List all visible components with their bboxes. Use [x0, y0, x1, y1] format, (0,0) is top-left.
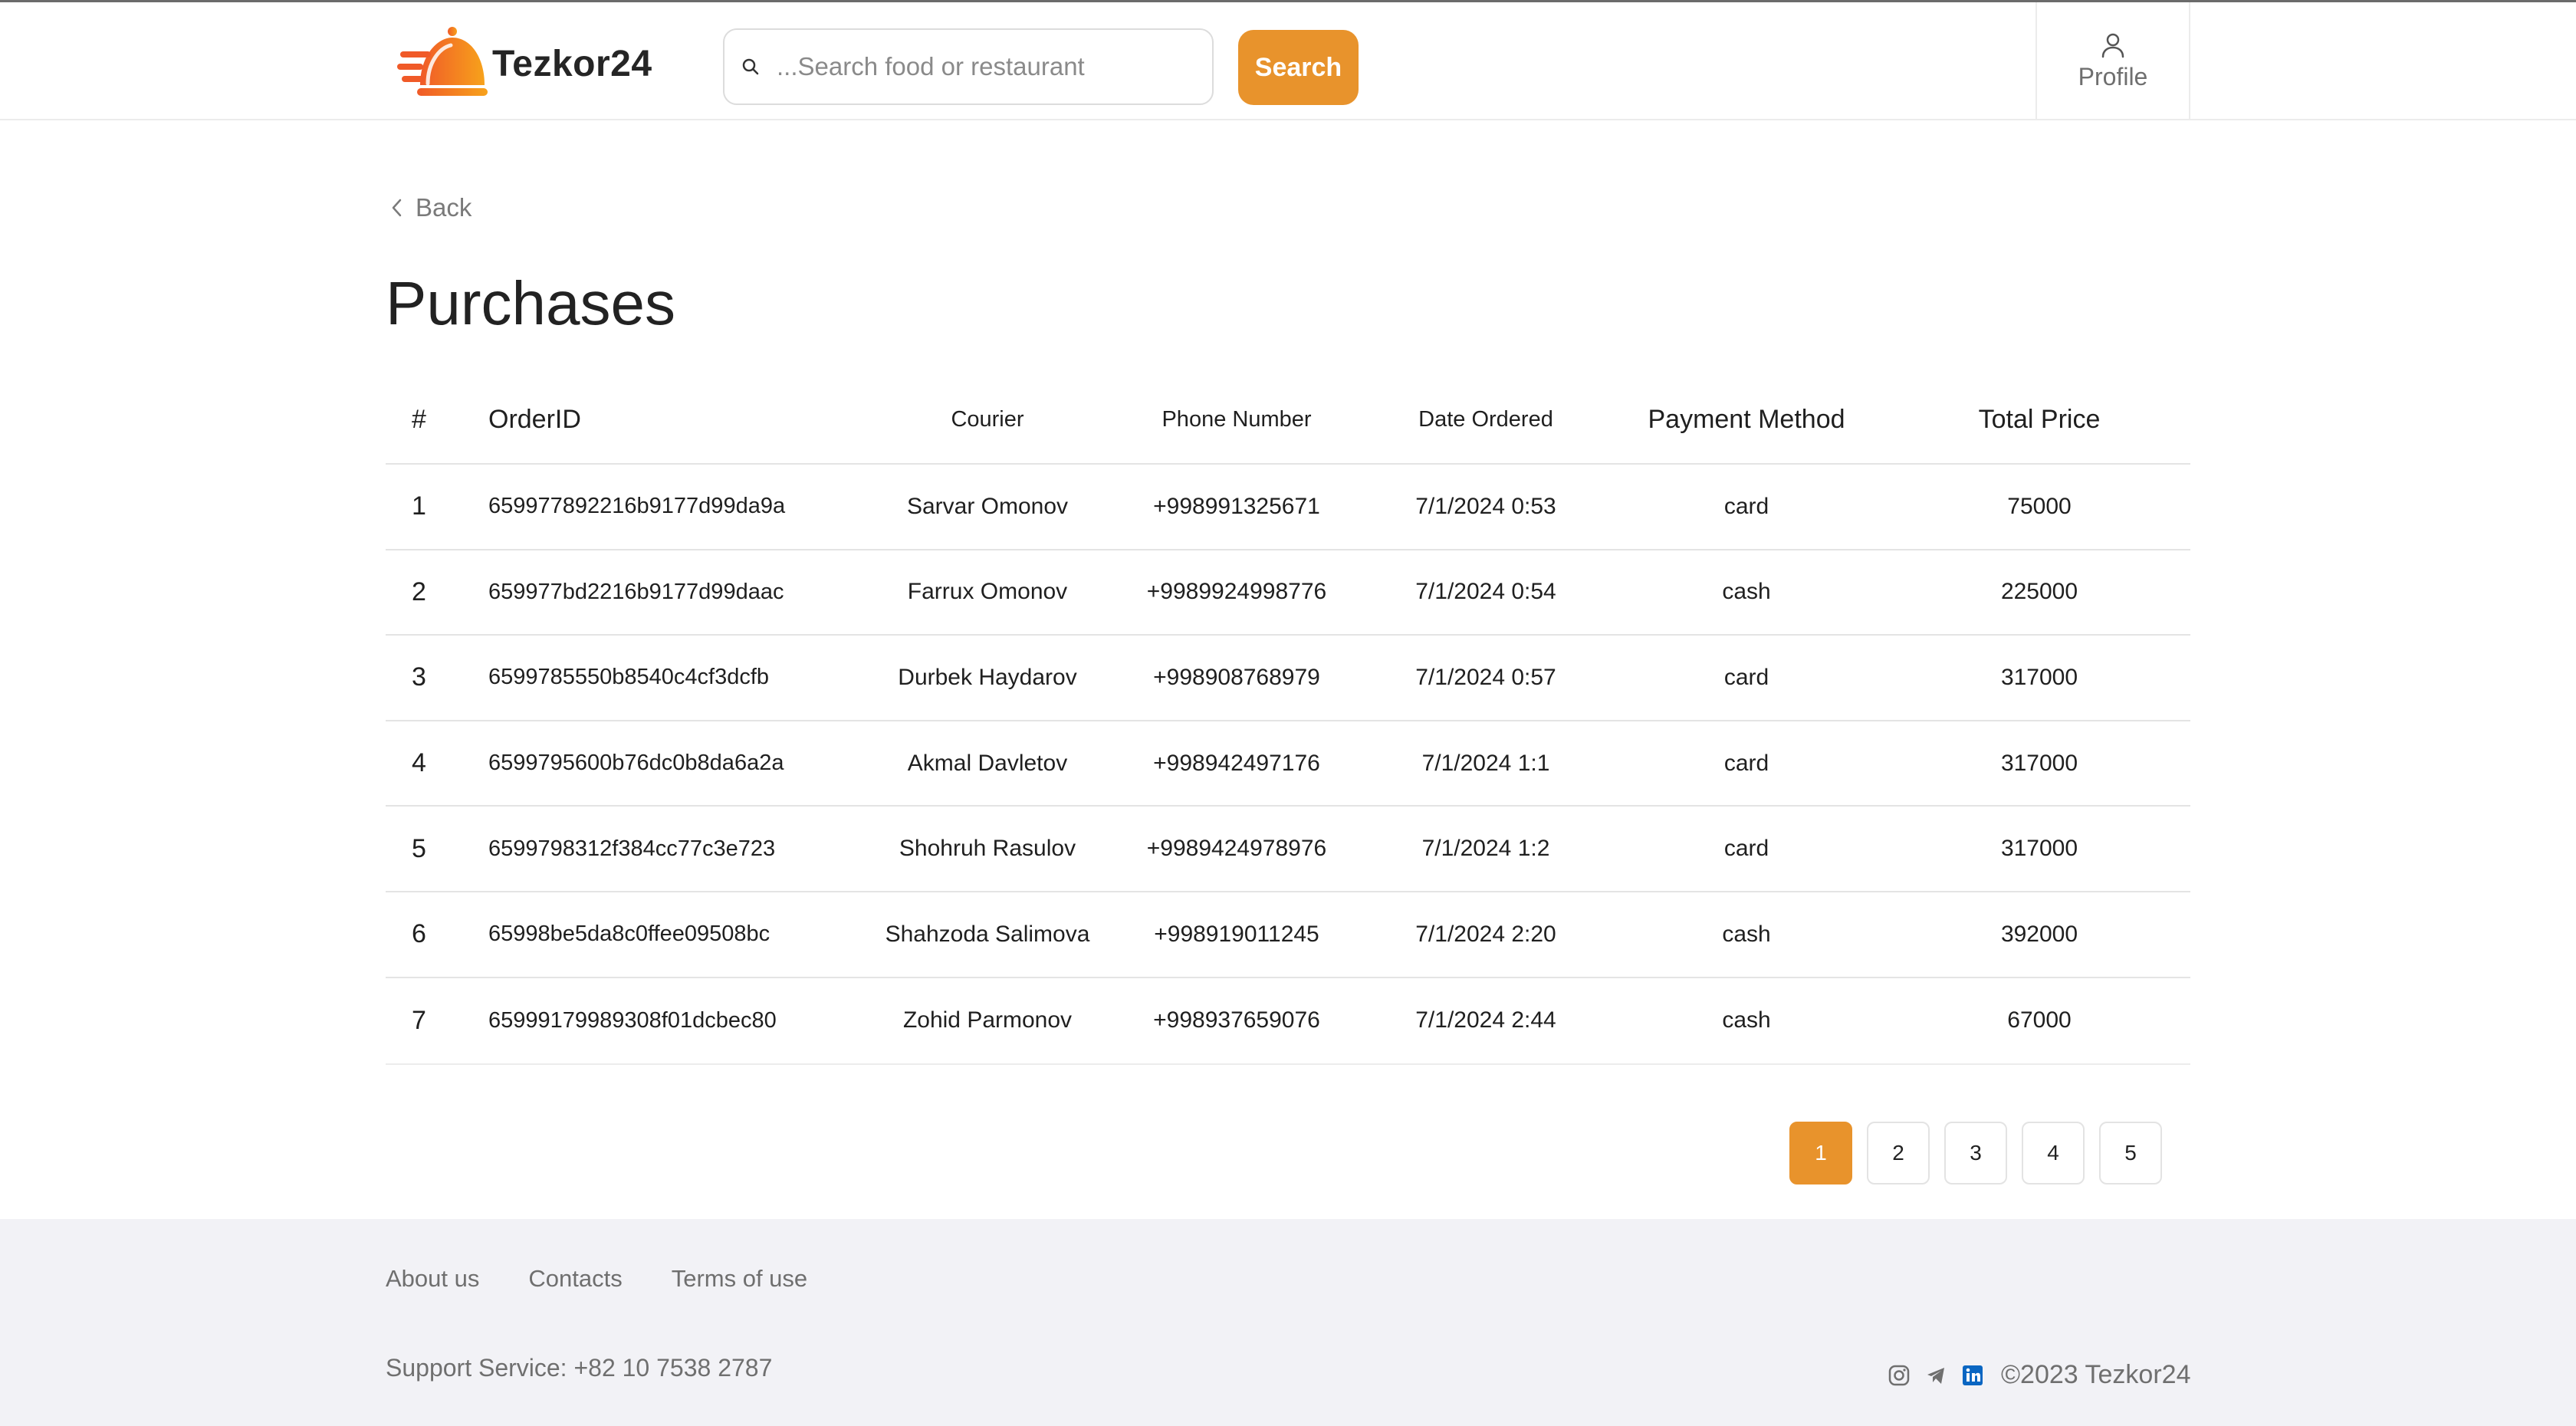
cell-courier: Sarvar Omonov	[906, 493, 1069, 519]
profile-button[interactable]: Profile	[2036, 2, 2190, 120]
cell-date: 7/1/2024 1:2	[1421, 836, 1550, 862]
cell-phone: +998908768979	[1153, 664, 1320, 690]
cell-payment: card	[1723, 836, 1769, 862]
page-title: Purchases	[386, 269, 675, 337]
search-icon	[741, 57, 761, 77]
cell-number: 7	[412, 1005, 426, 1035]
cell-date: 7/1/2024 2:44	[1415, 1007, 1556, 1033]
cell-phone: +998942497176	[1153, 750, 1320, 776]
column-header-order-id: OrderID	[488, 404, 581, 434]
footer: About us Contacts Terms of use Support S…	[0, 1219, 2576, 1426]
column-header-total: Total Price	[1978, 404, 2101, 434]
cell-phone: +9989924998776	[1146, 579, 1327, 605]
search-field[interactable]	[723, 28, 1214, 105]
cell-total: 317000	[2000, 836, 2078, 862]
column-header-payment: Payment Method	[1648, 404, 1845, 434]
table-row[interactable]: 6 65998be5da8c0ffee09508bc Shahzoda Salimo…	[386, 892, 2190, 978]
cell-date: 7/1/2024 0:53	[1415, 493, 1556, 519]
cell-number: 6	[412, 919, 426, 949]
profile-label: Profile	[2078, 62, 2148, 90]
cell-payment: cash	[1722, 1007, 1771, 1033]
table-row[interactable]: 7 65999179989308f01dcbec80 Zohid Parmonov +…	[386, 978, 2190, 1064]
cell-order-id: 659977892216b9177d99da9a	[488, 494, 786, 519]
table-row[interactable]: 1 659977892216b9177d99da9a Sarvar Omonov +9…	[386, 465, 2190, 550]
search-input[interactable]	[777, 44, 1175, 90]
cell-phone: +998991325671	[1153, 493, 1320, 519]
cell-order-id: 65998be5da8c0ffee09508bc	[488, 922, 770, 947]
cell-total: 317000	[2000, 664, 2078, 690]
cloche-logo-icon	[397, 27, 488, 96]
page-button-5[interactable]: 5	[2099, 1122, 2162, 1184]
instagram-icon[interactable]	[1888, 1364, 1911, 1387]
cell-date: 7/1/2024 2:20	[1415, 921, 1556, 947]
cell-total: 225000	[2000, 579, 2078, 605]
back-link[interactable]: Back	[391, 193, 472, 222]
copyright: ©2023 Tezkor24	[2001, 1360, 2191, 1389]
back-label: Back	[416, 193, 472, 222]
column-header-date: Date Ordered	[1418, 406, 1553, 432]
table-row[interactable]: 5 6599798312f384cc77c3e723 Shohruh Rasulov…	[386, 807, 2190, 892]
footer-link-terms[interactable]: Terms of use	[672, 1265, 807, 1293]
telegram-icon[interactable]	[1924, 1364, 1947, 1387]
cell-total: 75000	[2007, 493, 2072, 519]
cell-date: 7/1/2024 0:57	[1415, 664, 1556, 690]
chevron-left-icon	[391, 196, 408, 219]
cell-courier: Shohruh Rasulov	[899, 836, 1076, 862]
cell-number: 2	[412, 577, 426, 606]
cell-total: 392000	[2000, 921, 2078, 947]
search-button[interactable]: Search	[1238, 30, 1359, 105]
page-button-2[interactable]: 2	[1867, 1122, 1930, 1184]
column-header-number: #	[412, 404, 426, 434]
cell-payment: card	[1723, 664, 1769, 690]
cell-order-id: 6599798312f384cc77c3e723	[488, 836, 776, 861]
footer-links: About us Contacts Terms of use	[386, 1265, 807, 1293]
cell-number: 1	[412, 491, 426, 521]
cell-phone: +998937659076	[1153, 1007, 1320, 1033]
cell-date: 7/1/2024 0:54	[1415, 579, 1556, 605]
footer-link-about[interactable]: About us	[386, 1265, 479, 1293]
logo-text: Tezkor24	[492, 43, 652, 84]
cell-total: 67000	[2007, 1007, 2072, 1033]
table-row[interactable]: 4 6599795600b76dc0b8da6a2a Akmal Davletov +…	[386, 721, 2190, 807]
cell-phone: +9989424978976	[1146, 836, 1327, 862]
cell-order-id: 6599795600b76dc0b8da6a2a	[488, 751, 784, 776]
cell-number: 4	[412, 748, 426, 778]
page-button-1[interactable]: 1	[1789, 1122, 1852, 1184]
cell-payment: cash	[1722, 579, 1771, 605]
cell-date: 7/1/2024 1:1	[1421, 750, 1550, 776]
purchases-table: # OrderID Courier Phone Number Date Orde…	[386, 376, 2190, 1066]
linkedin-icon[interactable]	[1961, 1364, 1984, 1387]
cell-order-id: 65999179989308f01dcbec80	[488, 1007, 777, 1033]
page-button-4[interactable]: 4	[2022, 1122, 2085, 1184]
cell-payment: card	[1723, 750, 1769, 776]
table-row[interactable]: 2 659977bd2216b9177d99daac Farrux Omonov +9…	[386, 550, 2190, 636]
cell-courier: Shahzoda Salimova	[885, 921, 1090, 947]
cell-payment: card	[1723, 493, 1769, 519]
column-header-courier: Courier	[951, 406, 1024, 432]
logo[interactable]: Tezkor24	[397, 25, 652, 102]
cell-courier: Durbek Haydarov	[898, 664, 1077, 690]
support-service: Support Service: +82 10 7538 2787	[386, 1354, 773, 1382]
top-nav-bar: Tezkor24 Search Profile	[0, 2, 2576, 120]
cell-number: 5	[412, 833, 426, 863]
user-icon	[2101, 33, 2124, 58]
cell-order-id: 659977bd2216b9177d99daac	[488, 579, 784, 604]
footer-link-contacts[interactable]: Contacts	[528, 1265, 622, 1293]
cell-courier: Farrux Omonov	[907, 579, 1068, 605]
pagination: 12345	[1789, 1122, 2162, 1184]
cell-total: 317000	[2000, 750, 2078, 776]
table-header-row: # OrderID Courier Phone Number Date Orde…	[386, 376, 2190, 465]
social-links: ©2023 Tezkor24	[1888, 1360, 2190, 1390]
cell-courier: Zohid Parmonov	[902, 1007, 1073, 1033]
cell-number: 3	[412, 662, 426, 692]
column-header-phone: Phone Number	[1162, 406, 1312, 432]
cell-order-id: 6599785550b8540c4cf3dcfb	[488, 665, 770, 690]
cell-phone: +998919011245	[1154, 921, 1319, 947]
table-row[interactable]: 3 6599785550b8540c4cf3dcfb Durbek Haydarov…	[386, 636, 2190, 721]
table-body: 1 659977892216b9177d99da9a Sarvar Omonov +9…	[386, 465, 2190, 1063]
cell-payment: cash	[1722, 921, 1771, 947]
page-button-3[interactable]: 3	[1944, 1122, 2007, 1184]
cell-courier: Akmal Davletov	[907, 750, 1068, 776]
